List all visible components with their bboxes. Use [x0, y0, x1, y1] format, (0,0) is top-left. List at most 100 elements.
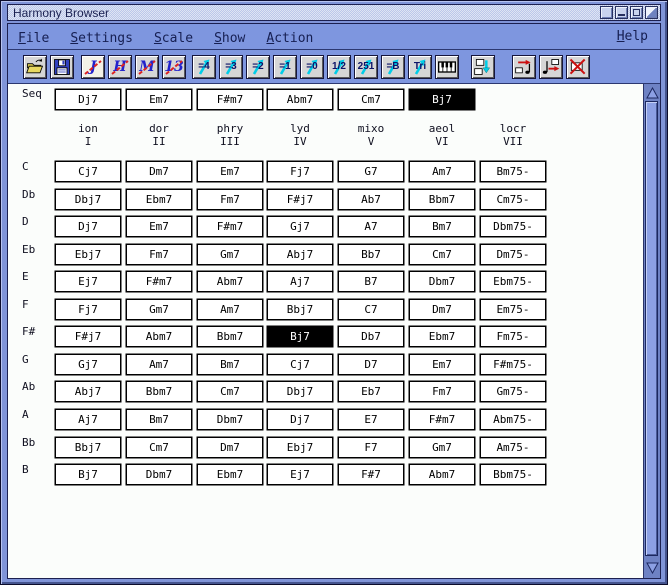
chord-button[interactable]: Bj7	[267, 326, 333, 347]
chord-type-13-toggle[interactable]: 13	[162, 55, 186, 79]
chord-button[interactable]: Fm7	[126, 244, 192, 265]
chord-button[interactable]: Dm75-	[480, 244, 546, 265]
chord-button[interactable]: Fm7	[409, 381, 475, 402]
function-button-4[interactable]: =4	[192, 55, 216, 79]
chord-button[interactable]: Bm7	[197, 354, 263, 375]
chord-button[interactable]: Abj7	[267, 244, 333, 265]
chord-type-h-toggle[interactable]: H	[108, 55, 132, 79]
menu-show[interactable]: Show	[214, 31, 245, 46]
open-button[interactable]	[23, 55, 47, 79]
chord-button[interactable]: Am7	[197, 299, 263, 320]
chord-button[interactable]: Dbj7	[267, 381, 333, 402]
keyboard-button[interactable]	[435, 55, 459, 79]
chord-button[interactable]: Dj7	[267, 409, 333, 430]
chord-button[interactable]: Bm7	[126, 409, 192, 430]
chord-button[interactable]: Eb7	[338, 381, 404, 402]
chord-button[interactable]: Ab7	[338, 189, 404, 210]
function-button-0[interactable]: =0	[300, 55, 324, 79]
chord-button[interactable]: Em7	[197, 161, 263, 182]
chord-button[interactable]: F#m7	[197, 216, 263, 237]
chord-button[interactable]: Aj7	[55, 409, 121, 430]
chord-button[interactable]: Ebm7	[197, 464, 263, 485]
chord-button[interactable]: Dbm7	[126, 464, 192, 485]
menu-help[interactable]: Help	[617, 29, 648, 44]
chord-button[interactable]: Ebj7	[267, 437, 333, 458]
chord-button[interactable]: F#m7	[409, 409, 475, 430]
seq-chord-button[interactable]: Em7	[126, 89, 192, 110]
chord-button[interactable]: Abm7	[126, 326, 192, 347]
chord-button[interactable]: Fm7	[197, 189, 263, 210]
chord-button[interactable]: Bm75-	[480, 161, 546, 182]
function-button-1[interactable]: =1	[273, 55, 297, 79]
chord-button[interactable]: Gm7	[126, 299, 192, 320]
seq-chord-button[interactable]: F#m7	[197, 89, 263, 110]
chord-button[interactable]: Bm7	[409, 216, 475, 237]
chord-button[interactable]: Em75-	[480, 299, 546, 320]
chord-button[interactable]: Bbj7	[267, 299, 333, 320]
chord-button[interactable]: Bbm7	[197, 326, 263, 347]
scrollbar-thumb[interactable]	[645, 101, 658, 556]
shade-button[interactable]	[600, 6, 613, 19]
seq-chord-button[interactable]: Cm7	[338, 89, 404, 110]
chord-button[interactable]: Am7	[409, 161, 475, 182]
chord-button[interactable]: Em7	[126, 216, 192, 237]
chord-button[interactable]: E7	[338, 409, 404, 430]
chord-button[interactable]: Ebm7	[126, 189, 192, 210]
chord-button[interactable]: Am7	[126, 354, 192, 375]
menu-file[interactable]: File	[18, 31, 49, 46]
chord-button[interactable]: Em7	[409, 354, 475, 375]
chord-button[interactable]: Dbj7	[55, 189, 121, 210]
chord-button[interactable]: Cm7	[126, 437, 192, 458]
function-button-251[interactable]: 251	[354, 55, 378, 79]
function-button-12[interactable]: 1/2	[327, 55, 351, 79]
chord-to-note-button[interactable]	[512, 55, 536, 79]
chord-button[interactable]: F#m7	[126, 271, 192, 292]
titlebar[interactable]: Harmony Browser	[7, 4, 661, 21]
chord-button[interactable]: Abj7	[55, 381, 121, 402]
seq-chord-button[interactable]: Bj7	[409, 89, 475, 110]
minimize-button[interactable]	[615, 6, 628, 19]
chord-button[interactable]: Dm7	[409, 299, 475, 320]
chord-button[interactable]: Bbj7	[55, 437, 121, 458]
chord-button[interactable]: Bb7	[338, 244, 404, 265]
save-button[interactable]	[50, 55, 74, 79]
chord-button[interactable]: G7	[338, 161, 404, 182]
chord-button[interactable]: Abm75-	[480, 409, 546, 430]
seq-chord-button[interactable]: Abm7	[267, 89, 333, 110]
chord-button[interactable]: Ej7	[267, 464, 333, 485]
scroll-up-button[interactable]	[645, 85, 659, 100]
maximize-button[interactable]	[630, 6, 643, 19]
chord-button[interactable]: Aj7	[267, 271, 333, 292]
chord-button[interactable]: Gj7	[267, 216, 333, 237]
menu-scale[interactable]: Scale	[154, 31, 193, 46]
delete-chord-button[interactable]	[566, 55, 590, 79]
chord-button[interactable]: Ebm75-	[480, 271, 546, 292]
chord-button[interactable]: Ej7	[55, 271, 121, 292]
chord-button[interactable]: F#j7	[55, 326, 121, 347]
chord-button[interactable]: Gj7	[55, 354, 121, 375]
chord-type-j-toggle[interactable]: J	[81, 55, 105, 79]
chord-button[interactable]: D7	[338, 354, 404, 375]
chord-button[interactable]: Dbm7	[197, 409, 263, 430]
chord-button[interactable]: B7	[338, 271, 404, 292]
menu-action[interactable]: Action	[266, 31, 313, 46]
chord-button[interactable]: Fj7	[55, 299, 121, 320]
chord-button[interactable]: Dbm7	[409, 271, 475, 292]
vertical-scrollbar[interactable]	[643, 84, 660, 578]
chord-button[interactable]: Bj7	[55, 464, 121, 485]
chord-button[interactable]: Ebm7	[409, 326, 475, 347]
chord-button[interactable]: F#j7	[267, 189, 333, 210]
copy-to-sequence-button[interactable]	[471, 55, 495, 79]
chord-button[interactable]: Dm7	[126, 161, 192, 182]
chord-button[interactable]: Db7	[338, 326, 404, 347]
chord-button[interactable]: Bbm7	[126, 381, 192, 402]
chord-button[interactable]: Abm7	[197, 271, 263, 292]
chord-button[interactable]: Fj7	[267, 161, 333, 182]
chord-button[interactable]: Cm7	[197, 381, 263, 402]
chord-button[interactable]: Gm7	[197, 244, 263, 265]
chord-button[interactable]: Gm75-	[480, 381, 546, 402]
menu-settings[interactable]: Settings	[70, 31, 133, 46]
chord-button[interactable]: C7	[338, 299, 404, 320]
chord-button[interactable]: Gm7	[409, 437, 475, 458]
function-button-Tri[interactable]: Tri	[408, 55, 432, 79]
